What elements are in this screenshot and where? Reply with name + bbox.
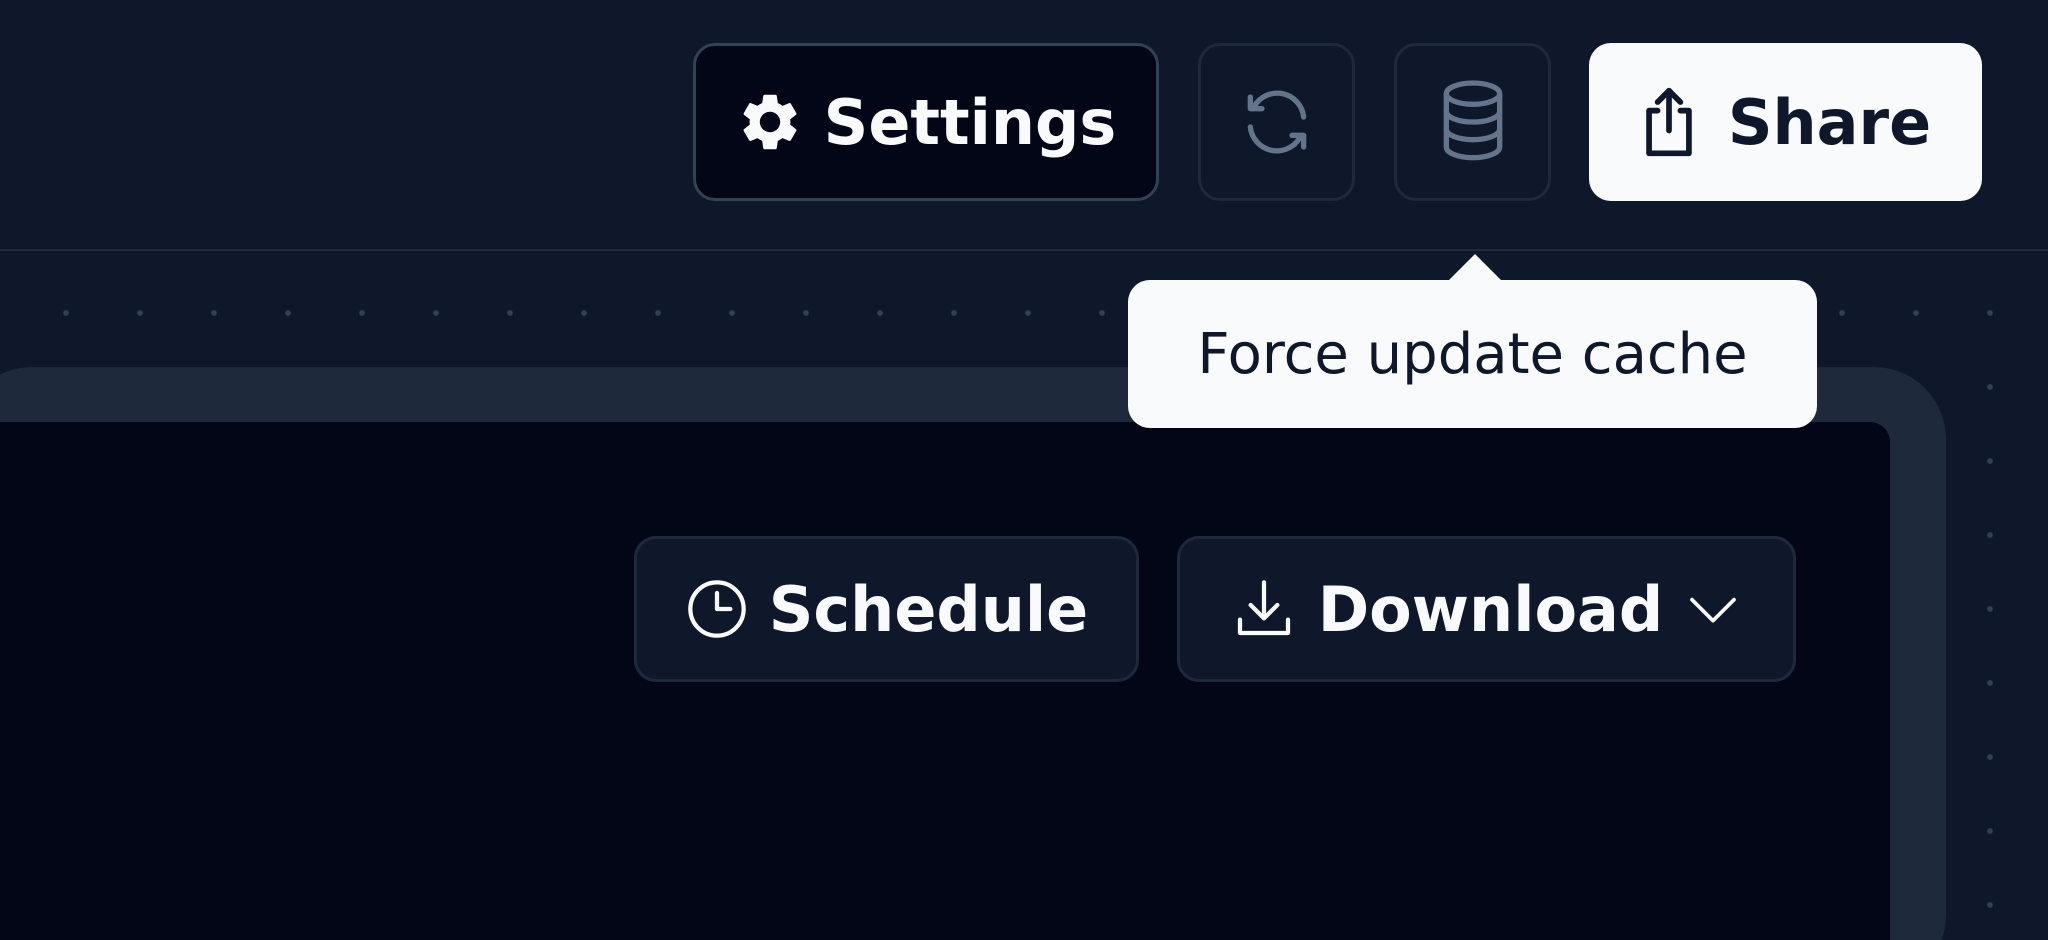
tooltip-text: Force update cache	[1197, 321, 1748, 387]
database-icon	[1433, 77, 1513, 167]
clock-icon	[685, 577, 749, 641]
refresh-button[interactable]	[1198, 43, 1355, 201]
chevron-down-icon[interactable]	[1685, 581, 1741, 637]
download-icon	[1232, 577, 1296, 641]
force-update-cache-button[interactable]	[1394, 43, 1551, 201]
tooltip-arrow	[1447, 254, 1503, 282]
gear-icon	[736, 88, 804, 156]
download-button[interactable]: Download	[1177, 536, 1796, 682]
settings-button[interactable]: Settings	[693, 43, 1159, 201]
refresh-icon	[1237, 82, 1317, 162]
share-label: Share	[1727, 85, 1932, 159]
share-icon	[1640, 85, 1698, 159]
schedule-label: Schedule	[768, 572, 1089, 646]
force-update-cache-tooltip: Force update cache	[1128, 280, 1817, 428]
share-button[interactable]: Share	[1589, 43, 1982, 201]
settings-label: Settings	[823, 85, 1117, 159]
top-toolbar: Settings Share	[0, 0, 2048, 251]
dashboard-page: Settings Share Schedule Download Force u…	[0, 0, 2048, 940]
download-label: Download	[1317, 572, 1664, 646]
schedule-button[interactable]: Schedule	[634, 536, 1139, 682]
